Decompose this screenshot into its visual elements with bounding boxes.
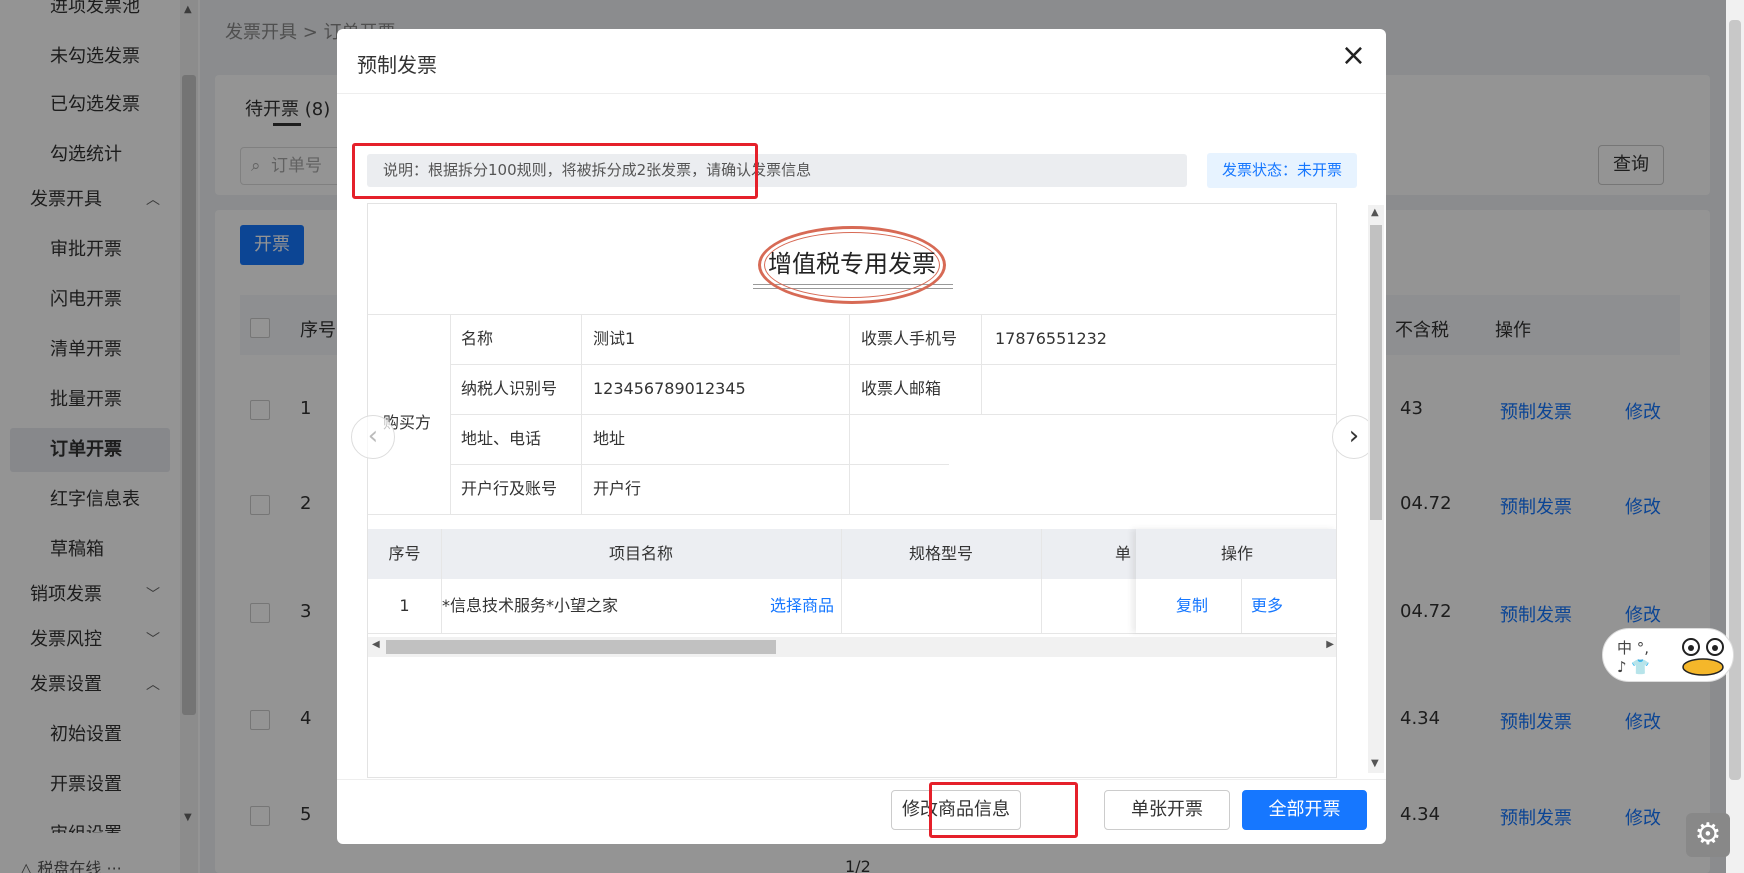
single-issue-button[interactable]: 单张开票 (1104, 790, 1230, 830)
taxid-value: 123456789012345 (593, 379, 746, 398)
grid-line (450, 314, 451, 514)
address-label: 地址、电话 (461, 429, 542, 448)
divider (337, 93, 1386, 94)
address-value: 地址 (593, 429, 626, 448)
dialog-title: 预制发票 (357, 53, 437, 77)
grid-line (368, 633, 1336, 634)
chevron-right-icon: › (1348, 421, 1360, 451)
more-link[interactable]: 更多 (1251, 579, 1283, 633)
status-badge: 发票状态：未开票 (1207, 153, 1357, 188)
chevron-left-icon: ‹ (367, 421, 379, 451)
bank-label: 开户行及账号 (461, 479, 558, 498)
items-horizontal-scrollbar[interactable]: ◀ ▶ (368, 637, 1336, 657)
items-col-spec: 规格型号 (908, 544, 973, 563)
scroll-down-arrow[interactable]: ▼ (1371, 758, 1379, 769)
item-name: *信息技术服务*小望之家 (442, 596, 619, 615)
highlight-box-notice (352, 143, 758, 199)
item-index: 1 (399, 596, 410, 615)
email-label: 收票人邮箱 (861, 379, 942, 398)
prefab-invoice-dialog: 预制发票 × 说明：根据拆分100规则，将被拆分成2张发票，请确认发票信息 发票… (337, 29, 1386, 844)
items-ops-column: 操作 复制 更多 (1136, 529, 1336, 633)
items-col-ops: 操作 (1136, 529, 1336, 579)
grid-line (981, 314, 982, 414)
dialog-vertical-scrollbar[interactable]: ▲ ▼ (1368, 205, 1384, 773)
invoice-preview: 增值税专用发票 购买方 名称 测试1 纳税人识别号 12345678901234… (367, 203, 1337, 778)
page-scrollbar[interactable] (1726, 0, 1744, 873)
grid-line (368, 514, 1336, 515)
duck-mascot-icon (1682, 638, 1724, 676)
scroll-up-arrow[interactable]: ▲ (1371, 207, 1379, 218)
phone-label: 收票人手机号 (861, 329, 958, 348)
close-icon[interactable]: × (1341, 41, 1366, 71)
name-value: 测试1 (593, 329, 636, 348)
divider (337, 779, 1386, 780)
bank-value: 开户行 (593, 479, 642, 498)
grid-line (849, 314, 850, 514)
issue-all-button[interactable]: 全部开票 (1242, 790, 1367, 830)
grid-line (1241, 579, 1242, 633)
items-col-name: 项目名称 (608, 544, 673, 563)
name-label: 名称 (461, 329, 494, 348)
select-product-link[interactable]: 选择商品 (770, 579, 834, 633)
prev-invoice-button[interactable]: ‹ (351, 415, 395, 459)
grid-line (368, 314, 1336, 315)
grid-line (450, 414, 1336, 415)
taxid-label: 纳税人识别号 (461, 379, 558, 398)
invoice-title: 增值税专用发票 (768, 250, 936, 278)
horizontal-scroll-thumb[interactable] (386, 640, 776, 654)
grid-line (1041, 529, 1042, 633)
items-col-index: 序号 (388, 544, 421, 563)
highlight-box-modify (929, 782, 1078, 838)
ime-toolbar[interactable]: 中 °, ♪ 👕 (1602, 628, 1734, 682)
items-col-unit: 单 (1114, 544, 1131, 563)
ime-labels: 中 °, ♪ 👕 (1617, 639, 1651, 676)
grid-line (581, 314, 582, 514)
phone-value: 17876551232 (995, 329, 1107, 348)
scroll-left-arrow[interactable]: ◀ (372, 639, 380, 650)
copy-link[interactable]: 复制 (1176, 579, 1208, 633)
vertical-scroll-thumb[interactable] (1370, 225, 1382, 520)
gear-icon[interactable]: ⚙ (1686, 813, 1730, 857)
scroll-right-arrow[interactable]: ▶ (1326, 639, 1334, 650)
